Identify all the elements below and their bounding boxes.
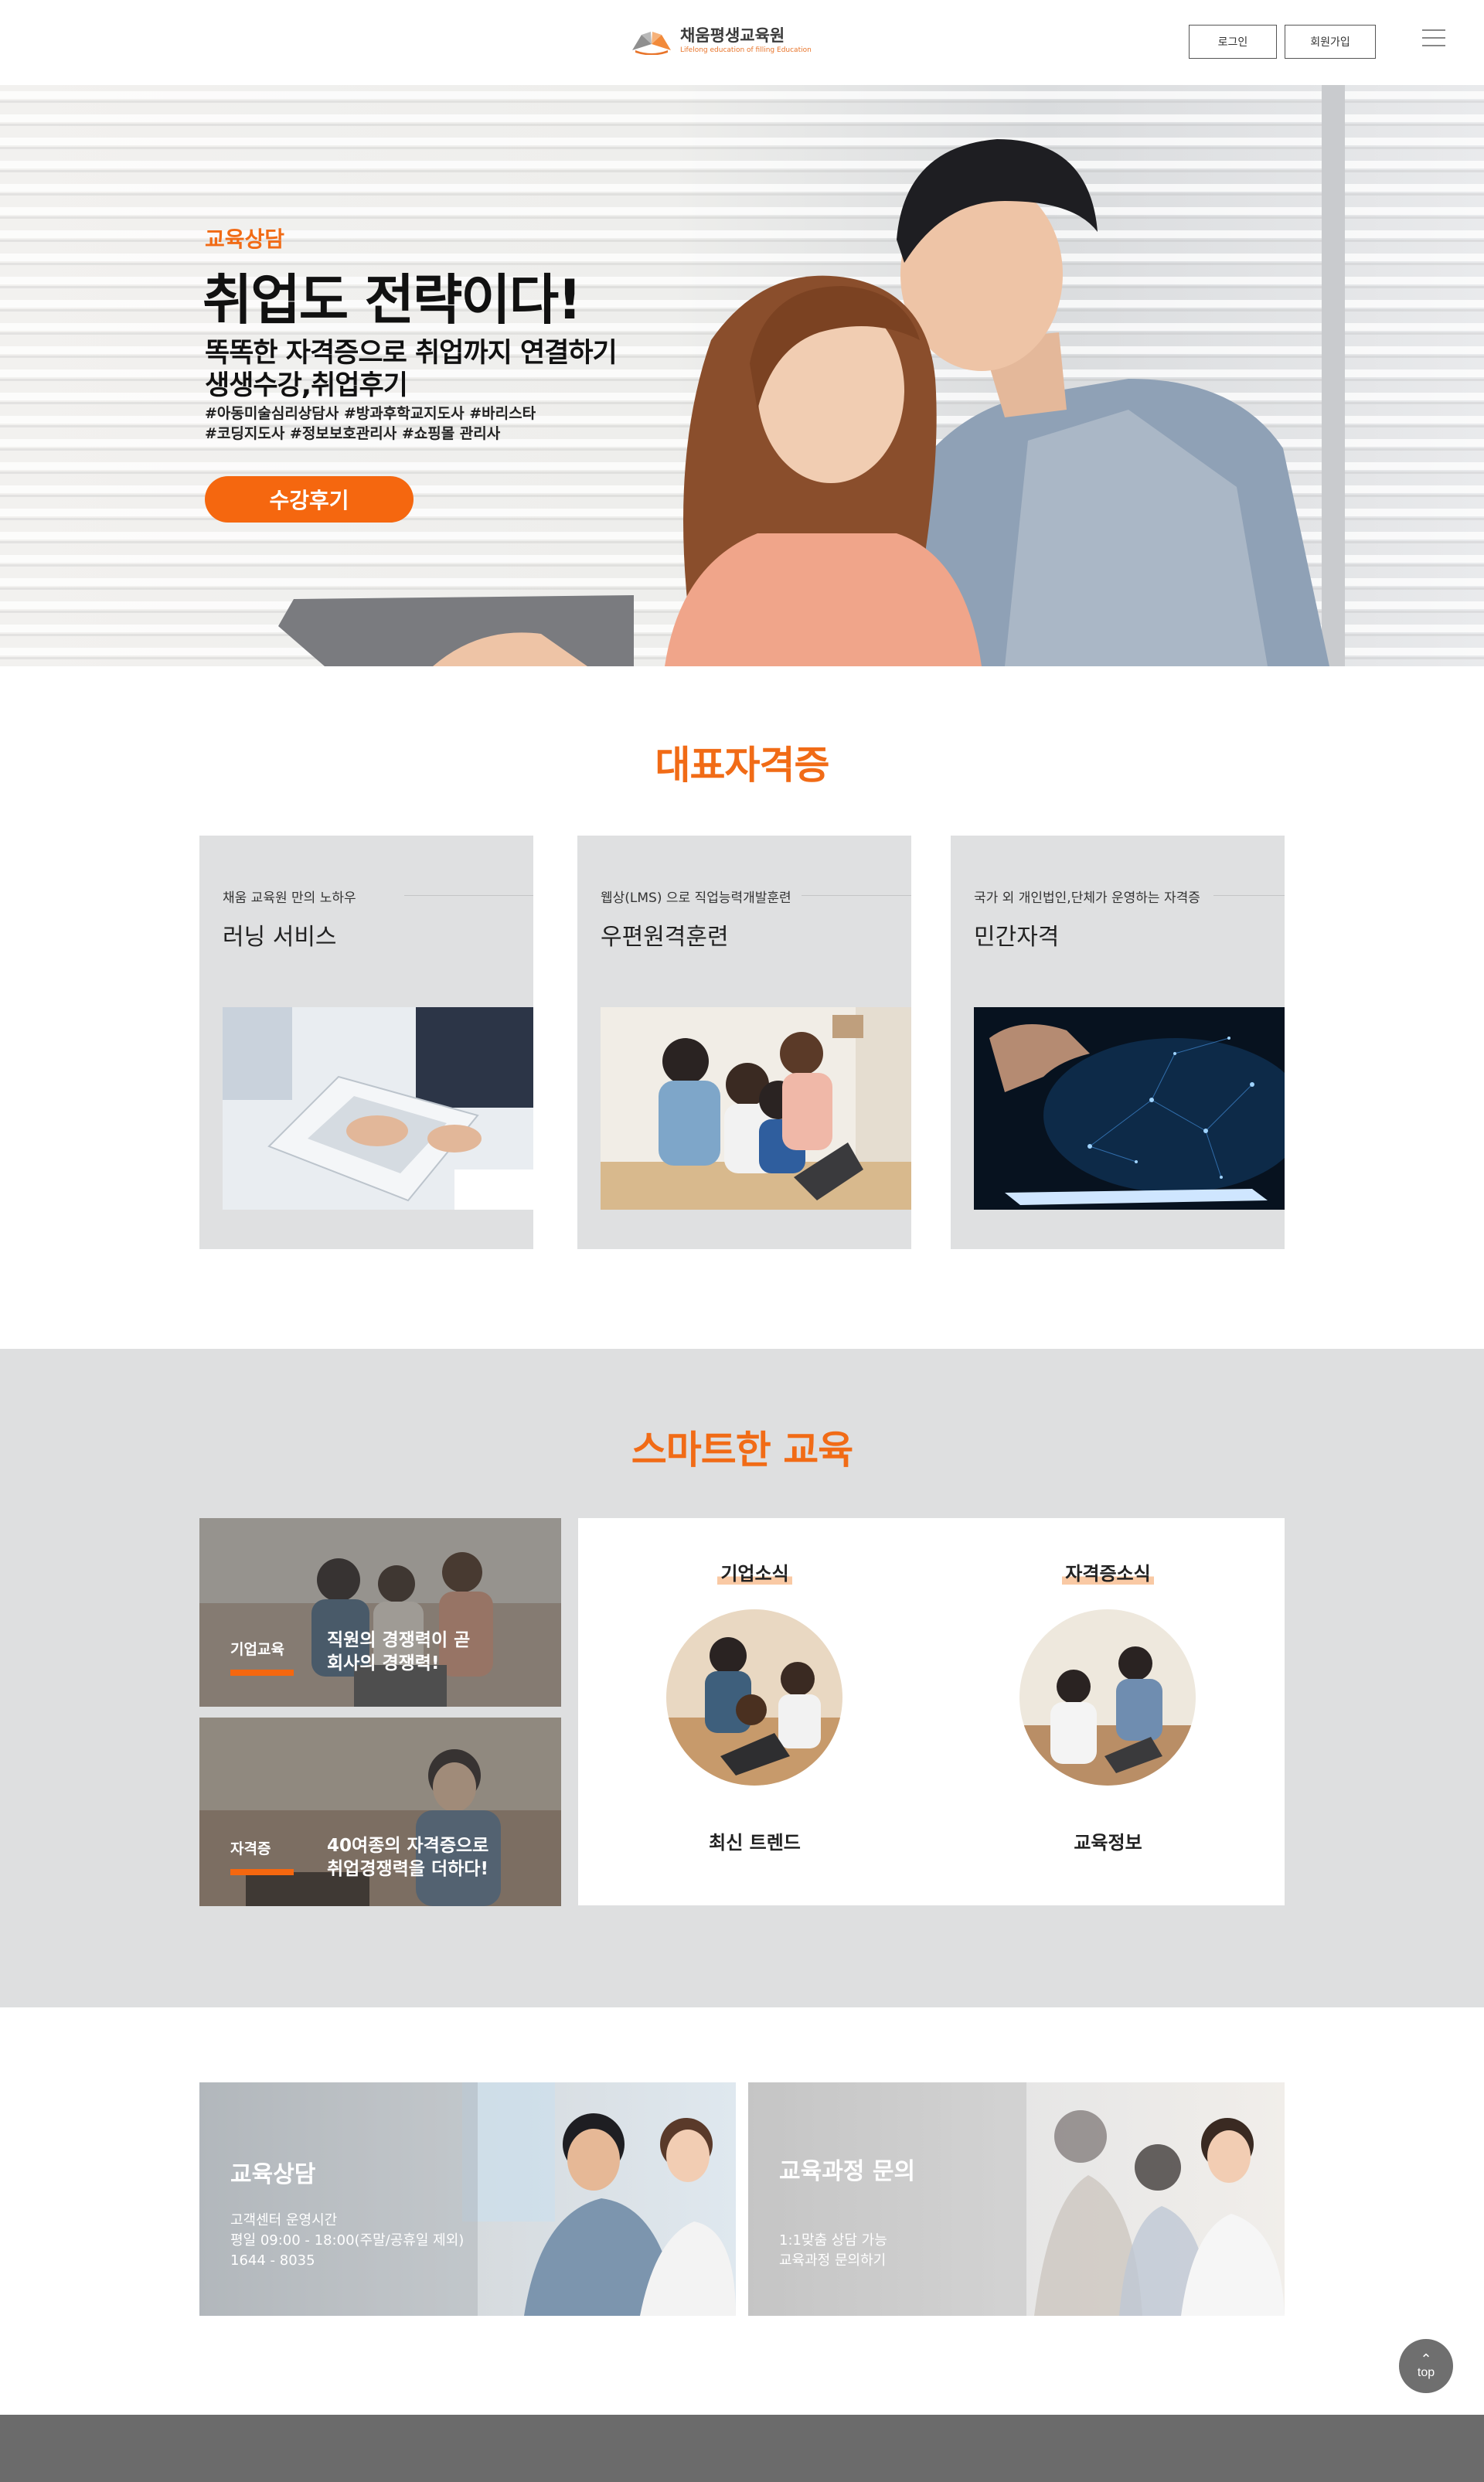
divider xyxy=(404,895,533,896)
news-caption: 최신 트렌드 xyxy=(709,1832,801,1854)
card-title: 민간자격 xyxy=(974,924,1060,951)
consult-hours-label: 고객센터 운영시간 xyxy=(230,2212,338,2228)
hamburger-menu-icon[interactable] xyxy=(1422,29,1445,49)
card-caption: 웹상(LMS) 으로 직업능력개발훈련 xyxy=(601,890,791,906)
divider xyxy=(802,895,911,896)
consult-banner[interactable]: 교육상담 고객센터 운영시간 평일 09:00 - 18:00(주말/공휴일 제… xyxy=(199,2082,736,2316)
review-cta-button[interactable]: 수강후기 xyxy=(205,476,414,523)
top-label: top xyxy=(1417,2366,1435,2379)
tile-description-2: 취업경쟁력을 더하다! xyxy=(327,1859,488,1879)
divider xyxy=(1213,895,1285,896)
scroll-top-button[interactable]: ⌃ top xyxy=(1399,2339,1453,2393)
card-title: 러닝 서비스 xyxy=(223,924,337,951)
hero-hashtags-2: #코딩지도사 #정보보호관리사 #쇼핑몰 관리사 xyxy=(205,425,501,442)
corporate-news-photo xyxy=(666,1609,842,1786)
tile-label: 자격증 xyxy=(230,1840,271,1857)
hero-tag: 교육상담 xyxy=(205,226,285,252)
smart-section-title: 스마트한 교육 xyxy=(631,1428,853,1473)
login-button[interactable]: 로그인 xyxy=(1189,25,1277,59)
book-logo-icon xyxy=(631,27,672,55)
consult-title: 교육상담 xyxy=(230,2161,316,2188)
accent-bar xyxy=(230,1869,294,1875)
signup-button[interactable]: 회원가입 xyxy=(1285,25,1376,59)
site-header: 채움평생교육원 Lifelong education of filling Ed… xyxy=(0,0,1484,85)
card-title: 우편원격훈련 xyxy=(601,924,729,951)
cert-card-learning-service[interactable]: 채움 교육원 만의 노하우 러닝 서비스 xyxy=(199,836,533,1249)
hero-banner: 교육상담 취업도 전략이다! 똑똑한 자격증으로 취업까지 연결하기 생생수강,… xyxy=(0,85,1484,666)
digital-tablet-network-photo xyxy=(974,1007,1285,1210)
news-title: 자격증소식 xyxy=(931,1558,1285,1585)
logo-title: 채움평생교육원 xyxy=(680,26,785,45)
tile-description: 직원의 경쟁력이 곧 xyxy=(327,1630,471,1650)
consult-phone: 1644 - 8035 xyxy=(230,2252,315,2269)
certificate-news-photo xyxy=(1019,1609,1196,1786)
certs-section-title: 대표자격증 xyxy=(655,743,830,788)
tile-overlay xyxy=(199,1518,561,1707)
group-study-photo xyxy=(601,1007,911,1210)
cert-card-remote-training[interactable]: 웹상(LMS) 으로 직업능력개발훈련 우편원격훈련 xyxy=(577,836,911,1249)
chevron-up-icon: ⌃ xyxy=(1420,2351,1432,2367)
corporate-news[interactable]: 기업소식 최신 트렌드 xyxy=(578,1518,931,1905)
tile-label: 기업교육 xyxy=(230,1641,284,1658)
tile-description: 40여종의 자격증으로 xyxy=(327,1836,489,1856)
consult-photo xyxy=(199,2082,736,2316)
hero-subheading-2: 생생수강,취업후기 xyxy=(205,370,408,401)
inquiry-photo xyxy=(748,2082,1285,2316)
laptop-meeting-photo xyxy=(223,1007,533,1210)
accent-bar xyxy=(230,1670,294,1676)
hero-hashtags: #아동미술심리상담사 #방과후학교지도사 #바리스타 xyxy=(205,405,536,422)
news-panel: 기업소식 최신 트렌드 자격증소식 교육정보 xyxy=(578,1518,1285,1905)
logo[interactable]: 채움평생교육원 Lifelong education of filling Ed… xyxy=(631,26,812,55)
news-caption: 교육정보 xyxy=(1074,1832,1142,1854)
logo-subtitle: Lifelong education of filling Education xyxy=(680,46,812,54)
certificate-tile[interactable]: 자격증 40여종의 자격증으로 취업경쟁력을 더하다! xyxy=(199,1718,561,1906)
tile-description-2: 회사의 경쟁력! xyxy=(327,1653,440,1673)
course-inquiry-banner[interactable]: 교육과정 문의 1:1맞춤 상담 가능 교육과정 문의하기 xyxy=(748,2082,1285,2316)
inquiry-title: 교육과정 문의 xyxy=(779,2158,916,2185)
corporate-education-tile[interactable]: 기업교육 직원의 경쟁력이 곧 회사의 경쟁력! xyxy=(199,1518,561,1707)
card-caption: 채움 교육원 만의 노하우 xyxy=(223,890,356,906)
card-caption: 국가 외 개인법인,단체가 운영하는 자격증 xyxy=(974,890,1200,906)
hero-headline: 취업도 전략이다! xyxy=(203,268,582,332)
cert-card-private-license[interactable]: 국가 외 개인법인,단체가 운영하는 자격증 민간자격 xyxy=(951,836,1285,1249)
consult-hours: 평일 09:00 - 18:00(주말/공휴일 제외) xyxy=(230,2232,465,2249)
certificate-news[interactable]: 자격증소식 교육정보 xyxy=(931,1518,1285,1905)
site-footer xyxy=(0,2415,1484,2482)
inquiry-line-2: 교육과정 문의하기 xyxy=(779,2252,887,2269)
news-title: 기업소식 xyxy=(578,1558,931,1585)
inquiry-line-1: 1:1맞춤 상담 가능 xyxy=(779,2232,887,2249)
